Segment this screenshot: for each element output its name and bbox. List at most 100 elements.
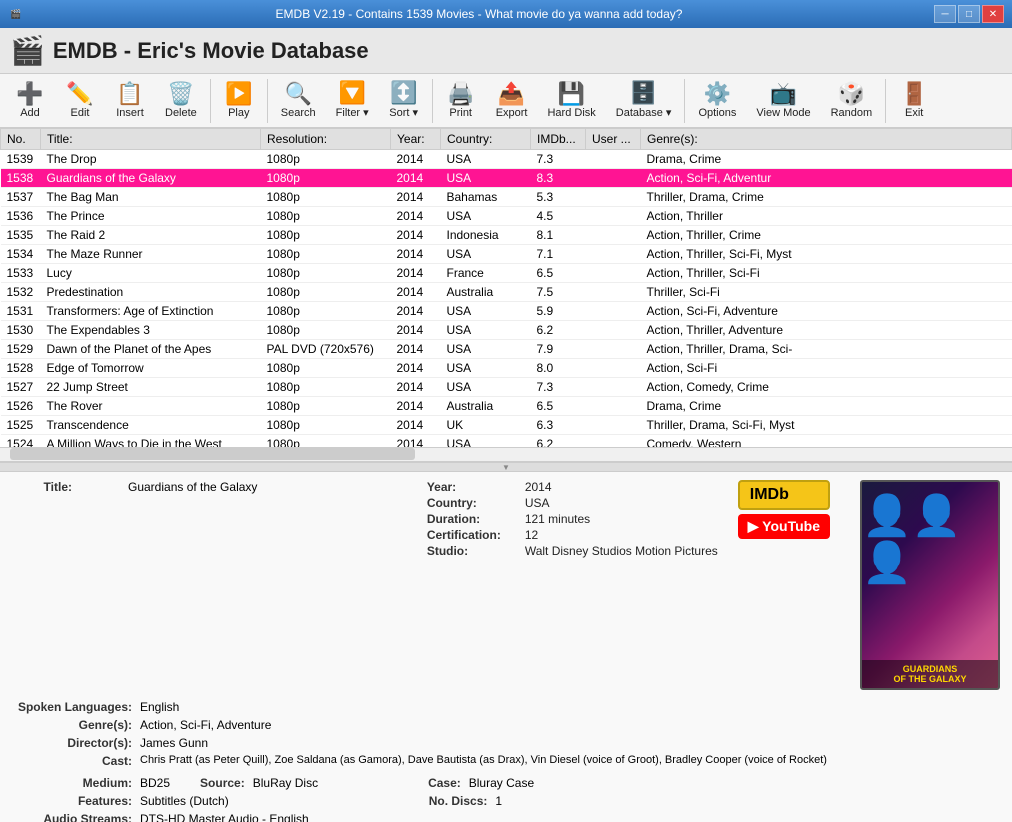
- title-field-label: Title:: [12, 480, 72, 494]
- table-row[interactable]: 1537The Bag Man1080p2014Bahamas5.3Thrill…: [1, 188, 1012, 207]
- cell-5: 6.5: [531, 397, 586, 416]
- table-row[interactable]: 1538Guardians of the Galaxy1080p2014USA8…: [1, 169, 1012, 188]
- maximize-button[interactable]: □: [958, 5, 980, 23]
- cell-6: [586, 302, 641, 321]
- case-label: Case:: [428, 776, 461, 790]
- table-row[interactable]: 1530The Expendables 31080p2014USA6.2Acti…: [1, 321, 1012, 340]
- cell-5: 4.5: [531, 207, 586, 226]
- table-header-row: No. Title: Resolution: Year: Country: IM…: [1, 129, 1012, 150]
- table-row[interactable]: 152722 Jump Street1080p2014USA7.3Action,…: [1, 378, 1012, 397]
- table-row[interactable]: 1528Edge of Tomorrow1080p2014USA8.0Actio…: [1, 359, 1012, 378]
- cell-4: France: [441, 264, 531, 283]
- sort-button[interactable]: ↕️ Sort ▾: [380, 78, 428, 123]
- cell-7: Thriller, Drama, Crime: [641, 188, 1012, 207]
- viewmode-button[interactable]: 📺 View Mode: [747, 79, 819, 123]
- movie-table-container[interactable]: No. Title: Resolution: Year: Country: IM…: [0, 128, 1012, 448]
- col-title[interactable]: Title:: [41, 129, 261, 150]
- studio-value: Walt Disney Studios Motion Pictures: [525, 544, 718, 558]
- table-row[interactable]: 1529Dawn of the Planet of the ApesPAL DV…: [1, 340, 1012, 359]
- table-row[interactable]: 1531Transformers: Age of Extinction1080p…: [1, 302, 1012, 321]
- cell-2: 1080p: [261, 302, 391, 321]
- cell-3: 2014: [391, 283, 441, 302]
- search-icon: 🔍: [285, 83, 312, 105]
- col-country[interactable]: Country:: [441, 129, 531, 150]
- print-button[interactable]: 🖨️ Print: [437, 79, 485, 123]
- window-controls: ─ □ ✕: [934, 5, 1004, 23]
- imdb-button[interactable]: IMDb: [738, 480, 830, 510]
- country-row: Country: USA: [427, 496, 718, 510]
- table-row[interactable]: 1535The Raid 21080p2014Indonesia8.1Actio…: [1, 226, 1012, 245]
- database-button[interactable]: 🗄️ Database ▾: [607, 78, 681, 123]
- cell-3: 2014: [391, 302, 441, 321]
- random-button[interactable]: 🎲 Random: [822, 79, 882, 123]
- col-imdb[interactable]: IMDb...: [531, 129, 586, 150]
- export-button[interactable]: 📤 Export: [487, 79, 537, 123]
- col-resolution[interactable]: Resolution:: [261, 129, 391, 150]
- genre-row: Genre(s): Action, Sci-Fi, Adventure: [12, 718, 1000, 732]
- filter-label: Filter ▾: [336, 106, 369, 119]
- cell-3: 2014: [391, 150, 441, 169]
- cell-4: Indonesia: [441, 226, 531, 245]
- youtube-button[interactable]: ▶ YouTube: [738, 514, 830, 539]
- insert-button[interactable]: 📋 Insert: [106, 79, 154, 123]
- col-no[interactable]: No.: [1, 129, 41, 150]
- add-icon: ➕: [16, 83, 43, 105]
- cell-5: 5.3: [531, 188, 586, 207]
- cell-5: 7.1: [531, 245, 586, 264]
- cell-1: The Raid 2: [41, 226, 261, 245]
- cell-7: Action, Thriller, Drama, Sci-: [641, 340, 1012, 359]
- exit-icon: 🚪: [900, 83, 927, 105]
- col-user[interactable]: User ...: [586, 129, 641, 150]
- cell-0: 1535: [1, 226, 41, 245]
- table-row[interactable]: 1539The Drop1080p2014USA7.3Drama, Crime: [1, 150, 1012, 169]
- play-button[interactable]: ▶️ Play: [215, 79, 263, 123]
- cell-1: Lucy: [41, 264, 261, 283]
- table-row[interactable]: 1536The Prince1080p2014USA4.5Action, Thr…: [1, 207, 1012, 226]
- cell-7: Action, Thriller, Adventure: [641, 321, 1012, 340]
- cell-0: 1537: [1, 188, 41, 207]
- table-row[interactable]: 1525Transcendence1080p2014UK6.3Thriller,…: [1, 416, 1012, 435]
- studio-label: Studio:: [427, 544, 517, 558]
- table-row[interactable]: 1533Lucy1080p2014France6.5Action, Thrill…: [1, 264, 1012, 283]
- audio-value: DTS-HD Master Audio - English: [140, 812, 309, 822]
- options-button[interactable]: ⚙️ Options: [689, 79, 745, 123]
- source-value: BluRay Disc: [253, 776, 318, 790]
- harddisk-button[interactable]: 💾 Hard Disk: [538, 79, 604, 123]
- sort-icon: ↕️: [390, 82, 417, 104]
- close-button[interactable]: ✕: [982, 5, 1004, 23]
- cell-2: 1080p: [261, 169, 391, 188]
- table-row[interactable]: 1524A Million Ways to Die in the West108…: [1, 435, 1012, 449]
- table-row[interactable]: 1526The Rover1080p2014Australia6.5Drama,…: [1, 397, 1012, 416]
- source-label: Source:: [200, 776, 245, 790]
- duration-label: Duration:: [427, 512, 517, 526]
- spoken-lang-value: English: [140, 700, 179, 714]
- cell-4: USA: [441, 169, 531, 188]
- cell-7: Action, Thriller, Sci-Fi: [641, 264, 1012, 283]
- filter-button[interactable]: 🔽 Filter ▾: [327, 78, 378, 123]
- cell-1: Transcendence: [41, 416, 261, 435]
- cell-1: The Prince: [41, 207, 261, 226]
- table-row[interactable]: 1532Predestination1080p2014Australia7.5T…: [1, 283, 1012, 302]
- minimize-button[interactable]: ─: [934, 5, 956, 23]
- cell-6: [586, 226, 641, 245]
- exit-button[interactable]: 🚪 Exit: [890, 79, 938, 123]
- delete-button[interactable]: 🗑️ Delete: [156, 79, 206, 123]
- horizontal-scrollbar[interactable]: [0, 448, 1012, 462]
- add-button[interactable]: ➕ Add: [6, 79, 54, 123]
- col-year[interactable]: Year:: [391, 129, 441, 150]
- search-button[interactable]: 🔍 Search: [272, 79, 325, 123]
- table-row[interactable]: 1534The Maze Runner1080p2014USA7.1Action…: [1, 245, 1012, 264]
- cell-1: The Rover: [41, 397, 261, 416]
- hscroll-thumb[interactable]: [10, 448, 415, 460]
- col-genre[interactable]: Genre(s):: [641, 129, 1012, 150]
- insert-label: Insert: [116, 107, 144, 119]
- split-handle[interactable]: ▼: [0, 462, 1012, 472]
- cell-7: Thriller, Sci-Fi: [641, 283, 1012, 302]
- director-label: Director(s):: [12, 736, 132, 750]
- cell-2: 1080p: [261, 150, 391, 169]
- edit-button[interactable]: ✏️ Edit: [56, 79, 104, 123]
- source-group: Source: BluRay Disc: [200, 776, 318, 790]
- cell-2: 1080p: [261, 264, 391, 283]
- play-icon: ▶️: [225, 83, 252, 105]
- cell-6: [586, 283, 641, 302]
